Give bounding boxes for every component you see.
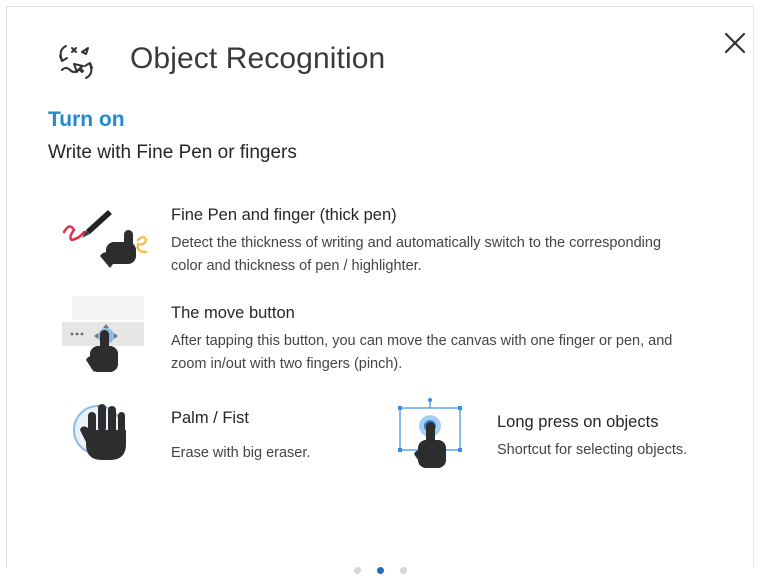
page-dot[interactable] <box>353 567 361 575</box>
move-button-icon <box>62 296 144 372</box>
page-dot[interactable] <box>376 567 384 575</box>
pen-and-finger-icon <box>62 210 148 268</box>
long-press-desc: Shortcut for selecting objects. <box>497 442 688 458</box>
object-recognition-icon <box>59 45 93 79</box>
move-button-title: The move button <box>171 304 295 322</box>
palm-icon <box>73 404 126 460</box>
turn-on-heading: Turn on <box>48 108 125 131</box>
move-button-desc-line1: After tapping this button, you can move … <box>171 333 673 349</box>
fine-pen-desc-line2: color and thickness of pen / highlighter… <box>171 258 422 274</box>
page-dot[interactable] <box>399 567 407 575</box>
long-press-icon <box>398 398 462 468</box>
subtitle: Write with Fine Pen or fingers <box>48 142 297 163</box>
dialog-frame <box>6 6 754 568</box>
close-icon[interactable] <box>722 30 748 56</box>
move-button-desc-line2: zoom in/out with two fingers (pinch). <box>171 356 403 372</box>
page-indicator <box>0 562 760 580</box>
palm-title: Palm / Fist <box>171 409 249 427</box>
fine-pen-desc-line1: Detect the thickness of writing and auto… <box>171 235 662 251</box>
palm-desc: Erase with big eraser. <box>171 445 311 461</box>
long-press-title: Long press on objects <box>497 413 659 431</box>
fine-pen-title: Fine Pen and finger (thick pen) <box>171 206 397 224</box>
dialog-title: Object Recognition <box>130 42 386 75</box>
